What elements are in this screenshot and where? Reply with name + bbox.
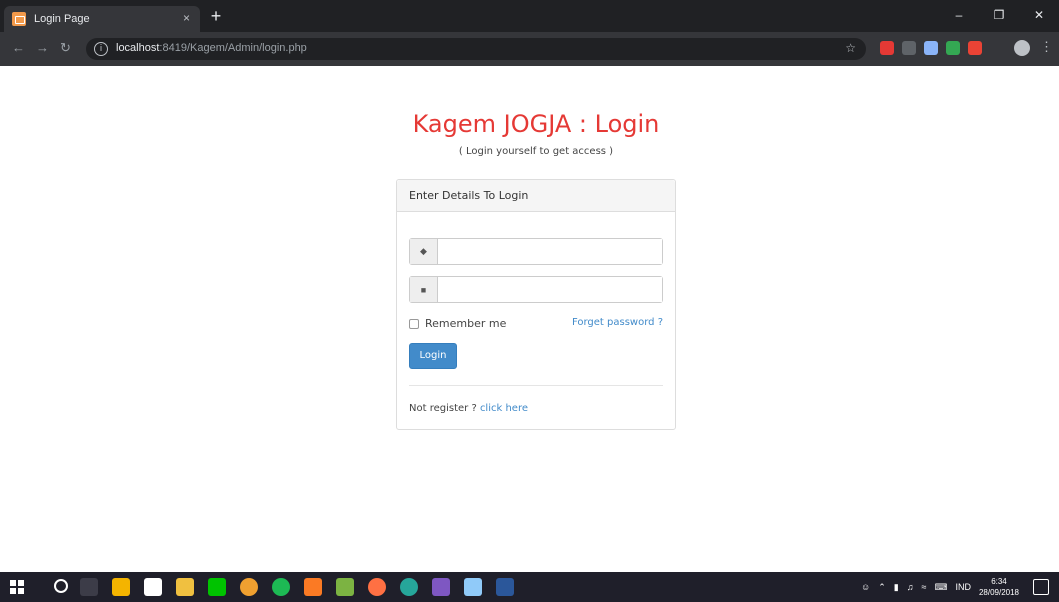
app-icon[interactable] xyxy=(336,578,354,596)
people-icon[interactable]: ☺ xyxy=(861,582,870,592)
divider xyxy=(409,385,663,386)
address-bar[interactable]: i localhost:8419/Kagem/Admin/login.php ☆ xyxy=(86,38,866,60)
restore-button[interactable]: ❐ xyxy=(979,0,1019,32)
action-center-icon[interactable] xyxy=(1033,579,1049,595)
tab-title: Login Page xyxy=(34,13,90,25)
panel-heading: Enter Details To Login xyxy=(397,180,675,212)
login-panel: Enter Details To Login ◆ ■ Remember me F… xyxy=(396,179,676,430)
app-icon[interactable] xyxy=(368,578,386,596)
store-icon[interactable] xyxy=(112,578,130,596)
browser-toolbar: ← → ↻ i localhost:8419/Kagem/Admin/login… xyxy=(0,32,1059,66)
page-content: Kagem JOGJA : Login ( Login yourself to … xyxy=(0,66,1059,572)
remember-me-checkbox[interactable] xyxy=(409,318,419,329)
site-info-icon[interactable]: i xyxy=(94,42,108,56)
browser-tabbar: Login Page × + – ❐ ✕ xyxy=(0,0,1059,32)
minimize-button[interactable]: – xyxy=(939,0,979,32)
volume-icon[interactable]: ♫ xyxy=(907,582,914,592)
word-icon[interactable] xyxy=(496,578,514,596)
visual-studio-icon[interactable] xyxy=(432,578,450,596)
extensions-area xyxy=(880,41,982,55)
clock-date: 28/09/2018 xyxy=(978,588,1019,597)
register-text: Not register ? click here xyxy=(409,403,528,414)
url-text[interactable]: localhost:8419/Kagem/Admin/login.php xyxy=(116,42,307,54)
close-window-button[interactable]: ✕ xyxy=(1019,0,1059,32)
windows-start-icon[interactable] xyxy=(10,580,24,594)
taskbar: ☺ ⌃ ▮ ♫ ≈ ⌨ IND 6:34 28/09/2018 xyxy=(0,572,1059,602)
xampp-icon[interactable] xyxy=(304,578,322,596)
cortana-search-icon[interactable] xyxy=(54,579,68,593)
bookmark-star-icon[interactable]: ☆ xyxy=(845,41,856,55)
battery-icon[interactable]: ▮ xyxy=(894,582,899,593)
clock[interactable]: 6:34 28/09/2018 xyxy=(979,576,1019,598)
password-input[interactable] xyxy=(438,277,662,302)
xampp-favicon-icon xyxy=(12,12,26,26)
page-subtitle: ( Login yourself to get access ) xyxy=(458,146,614,157)
app-icon[interactable] xyxy=(400,578,418,596)
lock-icon: ■ xyxy=(410,277,438,302)
new-tab-button[interactable]: + xyxy=(206,6,226,26)
keyboard-icon[interactable]: ⌨ xyxy=(934,582,947,593)
username-input[interactable] xyxy=(438,239,662,264)
page-title: Kagem JOGJA : Login xyxy=(412,110,660,138)
chrome-menu-icon[interactable]: ⋮ xyxy=(1040,39,1053,55)
adblock-extension-icon[interactable] xyxy=(880,41,894,55)
profile-avatar-icon[interactable] xyxy=(1014,40,1030,56)
task-view-icon[interactable] xyxy=(80,578,98,596)
system-tray: ☺ ⌃ ▮ ♫ ≈ ⌨ IND 6:34 28/09/2018 xyxy=(861,572,1019,602)
mail-icon[interactable] xyxy=(144,578,162,596)
remember-me-label: Remember me xyxy=(425,317,507,330)
remember-me[interactable]: Remember me xyxy=(409,317,506,330)
back-arrow-icon[interactable]: ← xyxy=(12,40,25,55)
clock-time: 6:34 xyxy=(991,577,1007,586)
register-prompt: Not register ? xyxy=(409,403,480,414)
extension-icon[interactable] xyxy=(946,41,960,55)
username-input-group: ◆ xyxy=(409,238,663,265)
forward-arrow-icon[interactable]: → xyxy=(36,40,49,55)
extension-icon[interactable] xyxy=(902,41,916,55)
window-controls: – ❐ ✕ xyxy=(939,0,1059,32)
reload-icon[interactable]: ↻ xyxy=(60,40,71,56)
line-app-icon[interactable] xyxy=(208,578,226,596)
spotify-icon[interactable] xyxy=(272,578,290,596)
show-hidden-icons-icon[interactable]: ⌃ xyxy=(878,582,886,593)
browser-tab[interactable]: Login Page × xyxy=(4,6,200,32)
extension-icon[interactable] xyxy=(968,41,982,55)
tab-close-icon[interactable]: × xyxy=(183,11,190,25)
file-explorer-icon[interactable] xyxy=(176,578,194,596)
register-link[interactable]: click here xyxy=(480,403,528,414)
language-indicator[interactable]: IND xyxy=(955,582,971,592)
forget-password-link[interactable]: Forget password ? xyxy=(572,317,663,328)
password-input-group: ■ xyxy=(409,276,663,303)
wifi-icon[interactable]: ≈ xyxy=(922,582,927,592)
login-button[interactable]: Login xyxy=(409,343,457,369)
tag-icon: ◆ xyxy=(410,239,438,264)
cast-extension-icon[interactable] xyxy=(924,41,938,55)
notepad-icon[interactable] xyxy=(464,578,482,596)
chrome-icon[interactable] xyxy=(240,578,258,596)
